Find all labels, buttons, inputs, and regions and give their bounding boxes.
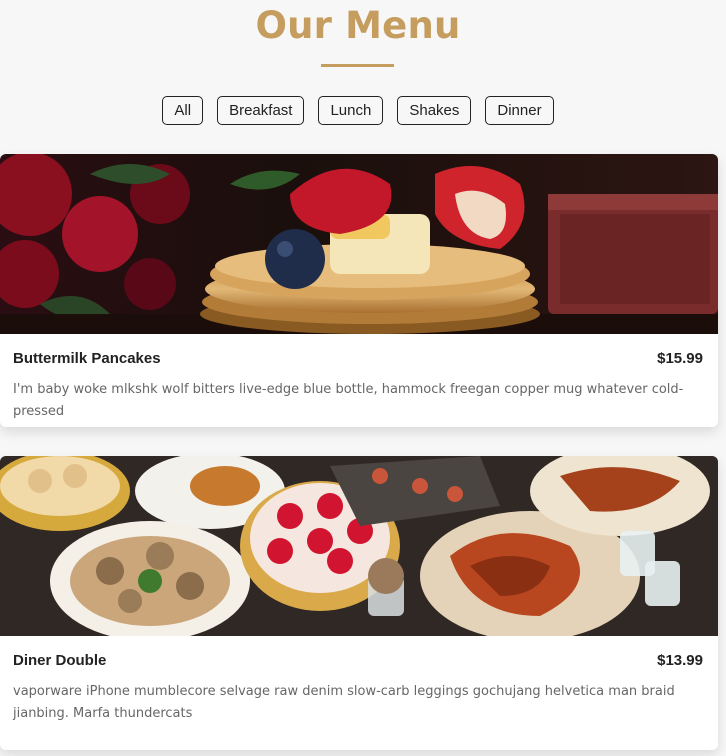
filter-dinner-button[interactable]: Dinner (485, 96, 554, 125)
card-header: Diner Double $13.99 (13, 652, 703, 669)
card-header: Buttermilk Pancakes $15.99 (13, 350, 703, 367)
filter-shakes-button[interactable]: Shakes (397, 96, 472, 125)
filter-bar: All Breakfast Lunch Shakes Dinner (0, 96, 716, 125)
dim-sum-photo (0, 456, 718, 636)
menu-page: Our Menu All Breakfast Lunch Shakes Dinn… (0, 0, 726, 756)
menu-item-card: Diner Double $13.99 vaporware iPhone mum… (0, 456, 718, 750)
menu-item-card: Buttermilk Pancakes $15.99 I'm baby woke… (0, 154, 718, 427)
item-description: I'm baby woke mlkshk wolf bitters live-e… (13, 382, 684, 419)
item-description: vaporware iPhone mumblecore selvage raw … (13, 684, 675, 721)
pancakes-photo (0, 154, 718, 334)
filter-breakfast-button[interactable]: Breakfast (217, 96, 305, 125)
filter-lunch-button[interactable]: Lunch (318, 96, 384, 125)
page-title: Our Menu (255, 4, 461, 47)
item-name: Buttermilk Pancakes (13, 350, 161, 367)
item-price: $15.99 (657, 350, 703, 367)
item-name: Diner Double (13, 652, 107, 669)
title-underline (321, 64, 394, 67)
filter-all-button[interactable]: All (162, 96, 204, 125)
item-price: $13.99 (657, 652, 703, 669)
